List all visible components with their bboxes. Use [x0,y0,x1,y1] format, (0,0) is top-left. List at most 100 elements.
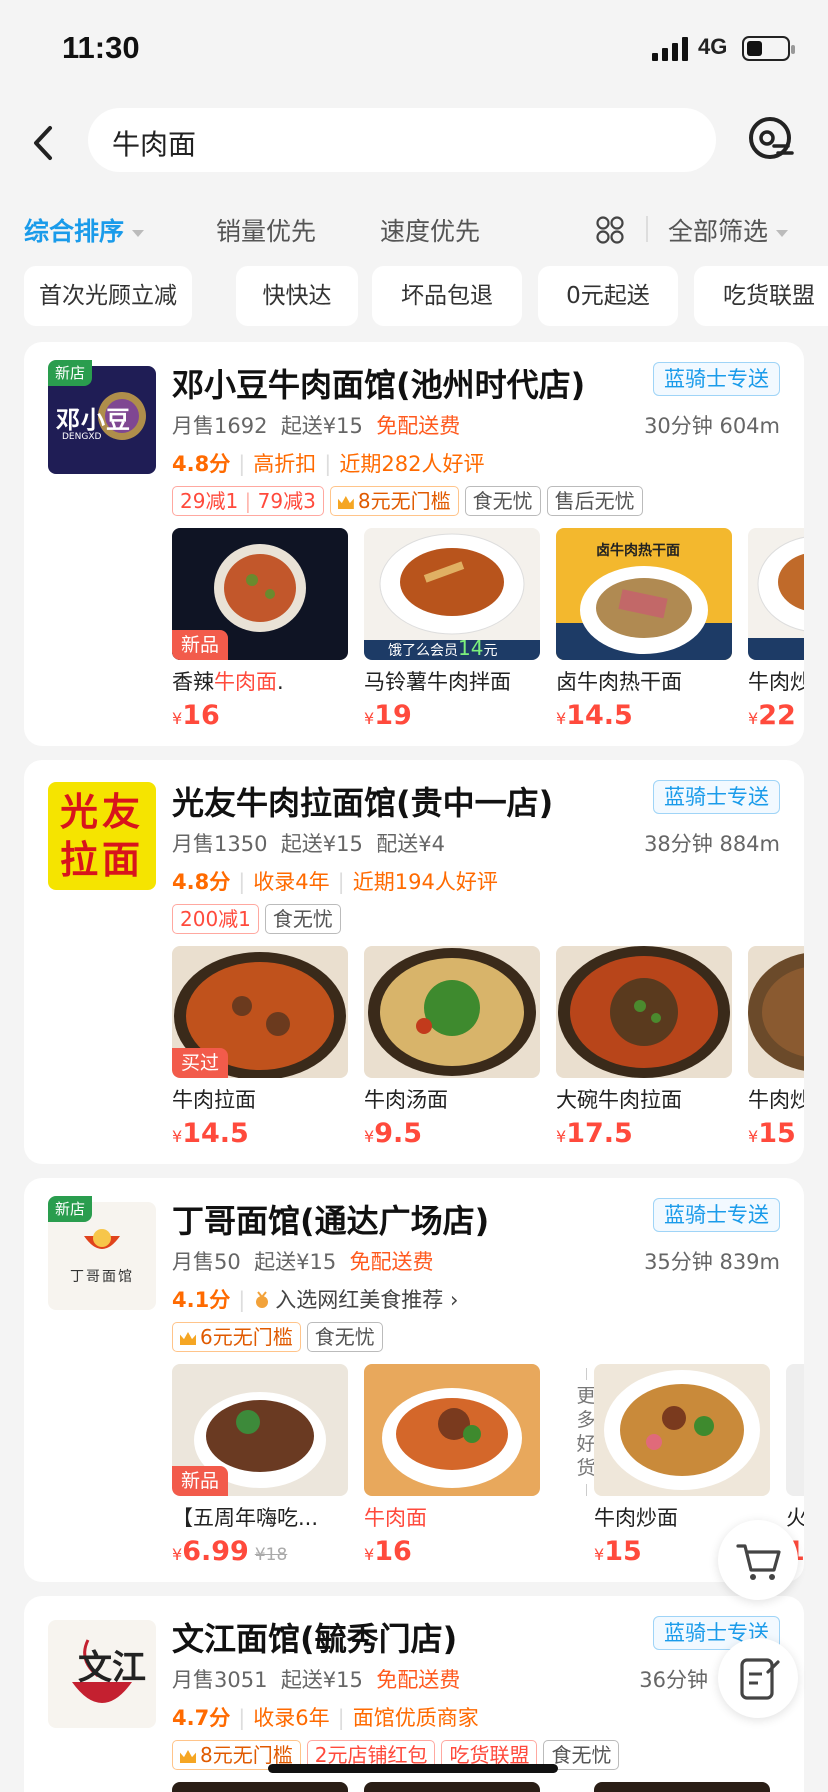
sort-label: 综合排序 [24,217,125,246]
logo-text: 丁哥面馆 [70,1269,134,1285]
price-value: 9.5 [374,1118,423,1146]
logo-text: 光友拉面 [59,790,144,882]
dish-row: 新品 【五周年嗨吃... ¥6.99 ¥18 牛肉面 ¥16 更多好货 牛肉炒面 … [172,1364,804,1564]
status-time: 11:30 [62,30,140,65]
recommend-link[interactable]: 入选网红美食推荐 › [275,1288,458,1312]
dish-item[interactable]: 卤牛肉热干面 卤牛肉热干面 ¥14.5 [556,528,732,728]
store-meta: 月售1350 起送¥15 配送¥4 [172,828,445,858]
store-meta: 月售3051 起送¥15 免配送费 [172,1664,460,1694]
rating-row: 4.7分 | 收录6年 | 面馆优质商家 [172,1706,479,1730]
coupon-text: 8元无门槛 [357,489,451,513]
logo-text: 邓小豆 [56,406,131,434]
cart-button[interactable] [718,1520,798,1600]
store-meta: 月售1692 起送¥15 免配送费 [172,410,460,440]
dish-image [364,1364,540,1496]
dish-price: ¥19 [364,700,540,728]
rating-score: 4.8分 [172,870,231,894]
store-name[interactable]: 光友牛肉拉面馆(贵中一店) [172,778,553,824]
dish-name: 卤牛肉热干面 [556,670,682,694]
chip-bad-refund[interactable]: 坏品包退 [372,266,522,326]
dish-name: 马铃薯牛肉拌面 [364,670,511,694]
store-card[interactable]: 新店 丁哥面馆 丁哥面馆(通达广场店) 蓝骑士专送 月售50 起送¥15 免配送… [24,1178,804,1582]
new-store-badge: 新店 [48,360,93,386]
chip-zero-min[interactable]: 0元起送 [538,266,678,326]
sort-comprehensive[interactable]: 综合排序 [24,212,145,248]
dish-item[interactable]: 大碗牛肉拉面 ¥17.5 [556,946,732,1146]
price-value: 6.99 [182,1536,249,1564]
dish-price: ¥17.5 [556,1118,732,1146]
price-value: 19 [374,700,412,728]
battery-icon [742,36,795,61]
cart-icon [736,1544,781,1580]
min-order: 起送¥15 [280,1668,363,1692]
delivery-fee: 免配送费 [376,1668,461,1692]
dish-image [748,528,804,660]
coupon-text: 6元无门槛 [200,1325,293,1349]
currency-symbol: ¥ [556,1127,567,1146]
currency-symbol: ¥ [172,1545,183,1564]
promo-tag: 200减1 [172,904,259,934]
dish-price: ¥14.5 [556,700,732,728]
dish-image [556,946,732,1078]
store-logo: 文江 [48,1620,156,1728]
store-card[interactable]: 文江 文江面馆(毓秀门店) 蓝骑士专送 月售3051 起送¥15 免配送费 36… [24,1596,804,1792]
service-tag: 食无忧 [464,486,541,516]
dish-banner: 卤牛肉热干面 [596,543,680,559]
chip-first-visit[interactable]: 首次光顾立减 [24,266,192,326]
sort-sales[interactable]: 销量优先 [216,212,316,248]
dish-item[interactable]: 牛肉炒 ¥22 [748,528,804,728]
service-tag: 食无忧 [306,1322,383,1352]
dish-item[interactable]: 牛肉汤面 ¥9.5 [364,946,540,1146]
currency-symbol: ¥ [364,1545,375,1564]
dish-item[interactable]: 买过 牛肉拉面 ¥14.5 [172,946,348,1146]
store-meta: 月售50 起送¥15 免配送费 [172,1246,434,1276]
price-value: 15 [758,1118,796,1146]
currency-symbol: ¥ [748,1127,759,1146]
dish-badge: 新品 [172,1466,229,1496]
dish-name-part: . [277,670,284,694]
dish-item[interactable]: 新品 香辣牛肉面. ¥16 [172,528,348,728]
more-goods-link[interactable]: 更多好货 [576,1364,596,1500]
chip-foodie-alliance[interactable]: 吃货联盟 [694,266,828,326]
currency-symbol: ¥ [594,1545,605,1564]
dish-item[interactable]: 新品 【五周年嗨吃... ¥6.99 ¥18 [172,1364,348,1564]
rider-badge: 蓝骑士专送 [653,362,780,396]
dish-image: 新品 [172,528,348,660]
store-card[interactable]: 光友拉面 光友牛肉拉面馆(贵中一店) 蓝骑士专送 月售1350 起送¥15 配送… [24,760,804,1164]
ad-text: 饿了么会员 [388,643,458,659]
dish-name: 牛肉汤面 [364,1088,448,1112]
currency-symbol: ¥ [172,709,183,728]
order-list-button[interactable] [718,1638,798,1718]
dish-image [172,1782,348,1792]
store-name[interactable]: 邓小豆牛肉面馆(池州时代店) [172,360,585,406]
back-arrow-icon[interactable] [26,122,62,164]
store-name[interactable]: 文江面馆(毓秀门店) [172,1614,457,1660]
delivery-fee: 免配送费 [349,1250,434,1274]
new-store-badge: 新店 [48,1196,93,1222]
dish-item[interactable]: 牛肉炒 ¥15 [748,946,804,1146]
search-input[interactable]: 牛肉面 [88,108,716,172]
store-card[interactable]: 新店 邓小豆 DENGXD 邓小豆牛肉面馆(池州时代店) 蓝骑士专送 月售169… [24,342,804,746]
monthly-sales: 月售1692 [172,414,268,438]
filter-label: 全部筛选 [668,217,769,246]
filter-all[interactable]: 全部筛选 [668,212,789,248]
rating-row: 4.8分 | 收录4年 | 近期194人好评 [172,870,498,894]
delivery-eta: 30分钟 604m [644,414,780,438]
store-name[interactable]: 丁哥面馆(通达广场店) [172,1196,489,1242]
sort-speed[interactable]: 速度优先 [380,212,480,248]
dish-item[interactable]: 牛肉面 ¥16 [364,1364,540,1564]
chip-fast-delivery[interactable]: 快快达 [236,266,358,326]
currency-symbol: ¥ [748,709,759,728]
home-indicator[interactable] [268,1764,558,1773]
promo-tags: 200减1 食无忧 [172,904,347,934]
dish-row: 买过 牛肉拉面 ¥14.5 牛肉汤面 ¥9.5 大碗牛肉拉面 ¥17.5 牛肉炒… [172,946,804,1146]
price-value: 17.5 [566,1118,633,1146]
dish-name: 大碗牛肉拉面 [556,1088,682,1112]
min-order: 起送¥15 [280,832,363,856]
dish-price: ¥6.99 ¥18 [172,1536,348,1564]
location-scan-icon[interactable] [746,114,798,166]
currency-symbol: ¥ [364,709,375,728]
delivery-eta: 38分钟 884m [644,832,780,856]
dish-item[interactable]: 饿了么会员14元 马铃薯牛肉拌面 ¥19 [364,528,540,728]
grid-view-icon[interactable] [596,216,624,244]
